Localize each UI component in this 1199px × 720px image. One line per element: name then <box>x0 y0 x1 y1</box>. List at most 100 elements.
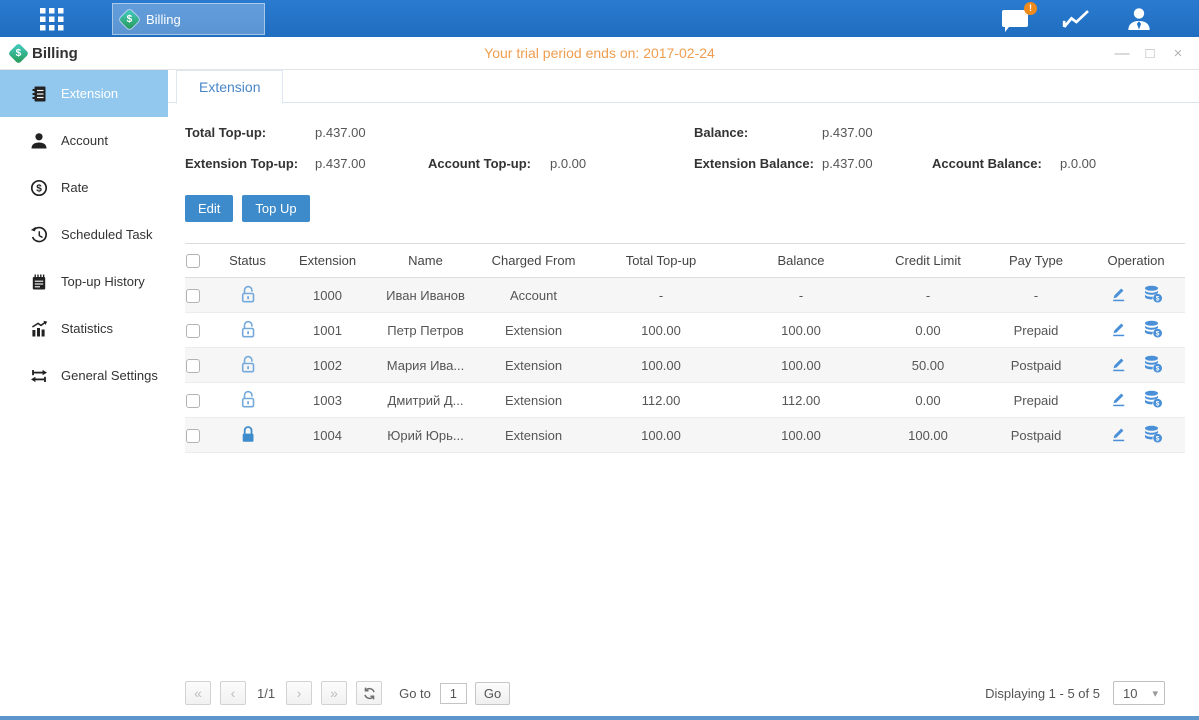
coin-dollar-icon: $ <box>30 179 48 197</box>
sidebar-item-account[interactable]: Account <box>0 117 168 164</box>
cell-name: Петр Петров <box>375 313 476 348</box>
first-page-button[interactable]: « <box>185 681 211 705</box>
billing-app-icon: $ <box>8 43 29 64</box>
chevron-down-icon: ▾ <box>1152 687 1164 700</box>
row-checkbox[interactable] <box>186 289 200 303</box>
total-topup-label: Total Top-up: <box>185 125 315 140</box>
sidebar-item-label: Statistics <box>61 321 113 336</box>
status-lock-icon <box>240 431 256 446</box>
svg-text:$: $ <box>1155 330 1159 337</box>
tab-extension[interactable]: Extension <box>176 70 283 104</box>
page-size-dropdown[interactable]: 10 ▾ <box>1113 681 1165 705</box>
cell-name: Мария Ива... <box>375 348 476 383</box>
sidebar-item-label: Top-up History <box>61 274 145 289</box>
edit-pencil-icon[interactable] <box>1110 355 1127 372</box>
cell-pay-type: Prepaid <box>985 383 1087 418</box>
prev-page-button[interactable]: ‹ <box>220 681 246 705</box>
top-up-coins-icon[interactable]: $ <box>1143 425 1163 443</box>
user-account-icon[interactable] <box>1123 6 1155 32</box>
cell-extension: 1002 <box>280 348 375 383</box>
cell-credit-limit: 0.00 <box>871 313 985 348</box>
col-credit-limit: Credit Limit <box>871 244 985 278</box>
cell-balance: 100.00 <box>731 348 871 383</box>
cell-total-topup: 100.00 <box>591 313 731 348</box>
chat-bubble-icon <box>1002 10 1028 27</box>
sidebar-item-statistics[interactable]: Statistics <box>0 305 168 352</box>
sidebar-item-label: Rate <box>61 180 88 195</box>
svg-text:$: $ <box>1155 400 1159 407</box>
svg-text:$: $ <box>1155 365 1159 372</box>
cell-charged-from: Extension <box>476 383 591 418</box>
sidebar-item-scheduled-task[interactable]: Scheduled Task <box>0 211 168 258</box>
select-all-checkbox[interactable] <box>186 254 200 268</box>
cell-balance: 100.00 <box>731 418 871 453</box>
edit-pencil-icon[interactable] <box>1110 285 1127 302</box>
cell-balance: - <box>731 278 871 313</box>
app-grid-icon[interactable] <box>33 7 71 31</box>
sidebar-item-rate[interactable]: $ Rate <box>0 164 168 211</box>
line-chart-icon[interactable] <box>1061 6 1093 32</box>
cell-name: Иван Иванов <box>375 278 476 313</box>
edit-button[interactable]: Edit <box>185 195 233 222</box>
cell-total-topup: - <box>591 278 731 313</box>
minimize-icon[interactable]: — <box>1113 46 1131 61</box>
goto-page-input[interactable] <box>440 683 467 704</box>
svg-text:$: $ <box>1155 435 1159 442</box>
status-lock-icon <box>240 291 256 306</box>
table-row: 1000 Иван Иванов Account - - - - <box>185 278 1185 313</box>
table-row: 1002 Мария Ива... Extension 100.00 100.0… <box>185 348 1185 383</box>
status-lock-icon <box>240 326 256 341</box>
row-checkbox[interactable] <box>186 324 200 338</box>
account-topup-value: p.0.00 <box>550 156 694 171</box>
sidebar-item-general-settings[interactable]: General Settings <box>0 352 168 399</box>
row-checkbox[interactable] <box>186 359 200 373</box>
go-button[interactable]: Go <box>475 682 510 705</box>
cell-extension: 1004 <box>280 418 375 453</box>
col-balance: Balance <box>731 244 871 278</box>
extension-balance-label: Extension Balance: <box>694 156 822 171</box>
last-page-button[interactable]: » <box>321 681 347 705</box>
displaying-count: Displaying 1 - 5 of 5 <box>985 686 1100 701</box>
refresh-button[interactable] <box>356 681 382 705</box>
next-page-button[interactable]: › <box>286 681 312 705</box>
top-up-coins-icon[interactable]: $ <box>1143 320 1163 338</box>
maximize-icon[interactable]: □ <box>1141 46 1159 61</box>
close-icon[interactable]: × <box>1169 46 1187 61</box>
col-name: Name <box>375 244 476 278</box>
edit-pencil-icon[interactable] <box>1110 390 1127 407</box>
refresh-icon <box>363 687 376 700</box>
row-checkbox[interactable] <box>186 394 200 408</box>
notifications-chat-icon[interactable]: ! <box>999 6 1031 32</box>
cell-extension: 1001 <box>280 313 375 348</box>
cell-total-topup: 112.00 <box>591 383 731 418</box>
table-row: 1004 Юрий Юрь... Extension 100.00 100.00… <box>185 418 1185 453</box>
account-topup-label: Account Top-up: <box>428 156 550 171</box>
taskbar-tab-billing[interactable]: $ Billing <box>112 3 265 35</box>
svg-text:$: $ <box>1155 295 1159 302</box>
sidebar-item-extension[interactable]: Extension <box>0 70 168 117</box>
sidebar-item-label: Account <box>61 133 108 148</box>
bottom-edge-strip <box>0 716 1199 720</box>
edit-pencil-icon[interactable] <box>1110 320 1127 337</box>
cell-credit-limit: 100.00 <box>871 418 985 453</box>
balance-label: Balance: <box>694 125 822 140</box>
top-up-coins-icon[interactable]: $ <box>1143 390 1163 408</box>
extension-topup-value: p.437.00 <box>315 156 428 171</box>
edit-pencil-icon[interactable] <box>1110 425 1127 442</box>
col-status: Status <box>215 244 280 278</box>
trial-notice: Your trial period ends on: 2017-02-24 <box>0 45 1199 61</box>
top-up-button[interactable]: Top Up <box>242 195 309 222</box>
top-taskbar: $ Billing ! <box>0 0 1199 37</box>
sidebar-item-label: Extension <box>61 86 118 101</box>
toolbar: Edit Top Up <box>185 195 310 222</box>
top-up-coins-icon[interactable]: $ <box>1143 285 1163 303</box>
main-content: Extension Total Top-up: p.437.00 Balance… <box>168 70 1199 716</box>
sidebar-item-topup-history[interactable]: Top-up History <box>0 258 168 305</box>
status-lock-icon <box>240 361 256 376</box>
cell-pay-type: - <box>985 278 1087 313</box>
top-up-coins-icon[interactable]: $ <box>1143 355 1163 373</box>
cell-charged-from: Extension <box>476 313 591 348</box>
cell-balance: 112.00 <box>731 383 871 418</box>
row-checkbox[interactable] <box>186 429 200 443</box>
summary-panel: Total Top-up: p.437.00 Balance: p.437.00… <box>185 117 1189 179</box>
